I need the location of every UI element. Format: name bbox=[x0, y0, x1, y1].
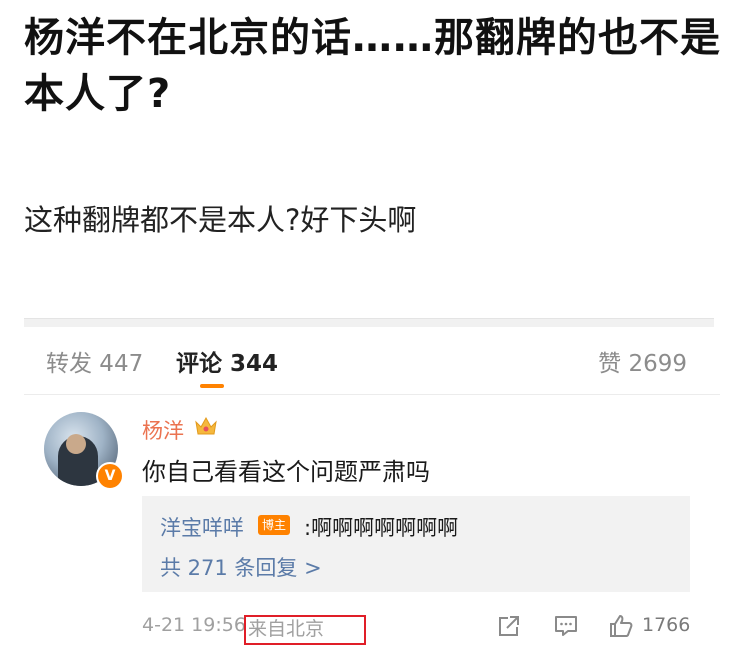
post-title: 杨洋不在北京的话……那翻牌的也不是本人了? bbox=[24, 15, 721, 117]
comment-icon[interactable] bbox=[553, 614, 579, 638]
tabs-divider bbox=[24, 394, 720, 395]
verified-icon: V bbox=[96, 462, 124, 490]
avatar-face-shape bbox=[66, 434, 86, 454]
section-divider bbox=[24, 318, 714, 327]
commenter-name[interactable]: 杨洋 bbox=[142, 415, 184, 445]
tab-like[interactable]: 赞 2699 bbox=[598, 344, 687, 378]
share-icon[interactable] bbox=[496, 614, 522, 638]
crown-icon bbox=[195, 416, 217, 435]
like-icon[interactable] bbox=[608, 614, 634, 638]
post-body: 这种翻牌都不是本人?好下头啊 bbox=[24, 203, 417, 237]
reply-box[interactable]: 洋宝咩咩 博主 :啊啊啊啊啊啊啊 共 271 条回复 > bbox=[142, 496, 690, 592]
comment-timestamp: 4-21 19:56 bbox=[142, 614, 246, 636]
comment-text: 你自己看看这个问题严肃吗 bbox=[142, 458, 430, 486]
tab-comment[interactable]: 评论 344 bbox=[176, 344, 278, 378]
interaction-tabs: 转发 447 评论 344 赞 2699 bbox=[0, 336, 745, 388]
reply-username[interactable]: 洋宝咩咩 bbox=[160, 512, 244, 542]
view-replies-link[interactable]: 共 271 条回复 > bbox=[160, 552, 322, 582]
blogger-badge: 博主 bbox=[258, 515, 291, 535]
location-highlight-box bbox=[244, 615, 366, 645]
like-count: 1766 bbox=[642, 614, 691, 636]
tab-repost[interactable]: 转发 447 bbox=[46, 344, 143, 378]
reply-text: :啊啊啊啊啊啊啊 bbox=[304, 516, 459, 540]
active-tab-indicator bbox=[200, 384, 224, 388]
